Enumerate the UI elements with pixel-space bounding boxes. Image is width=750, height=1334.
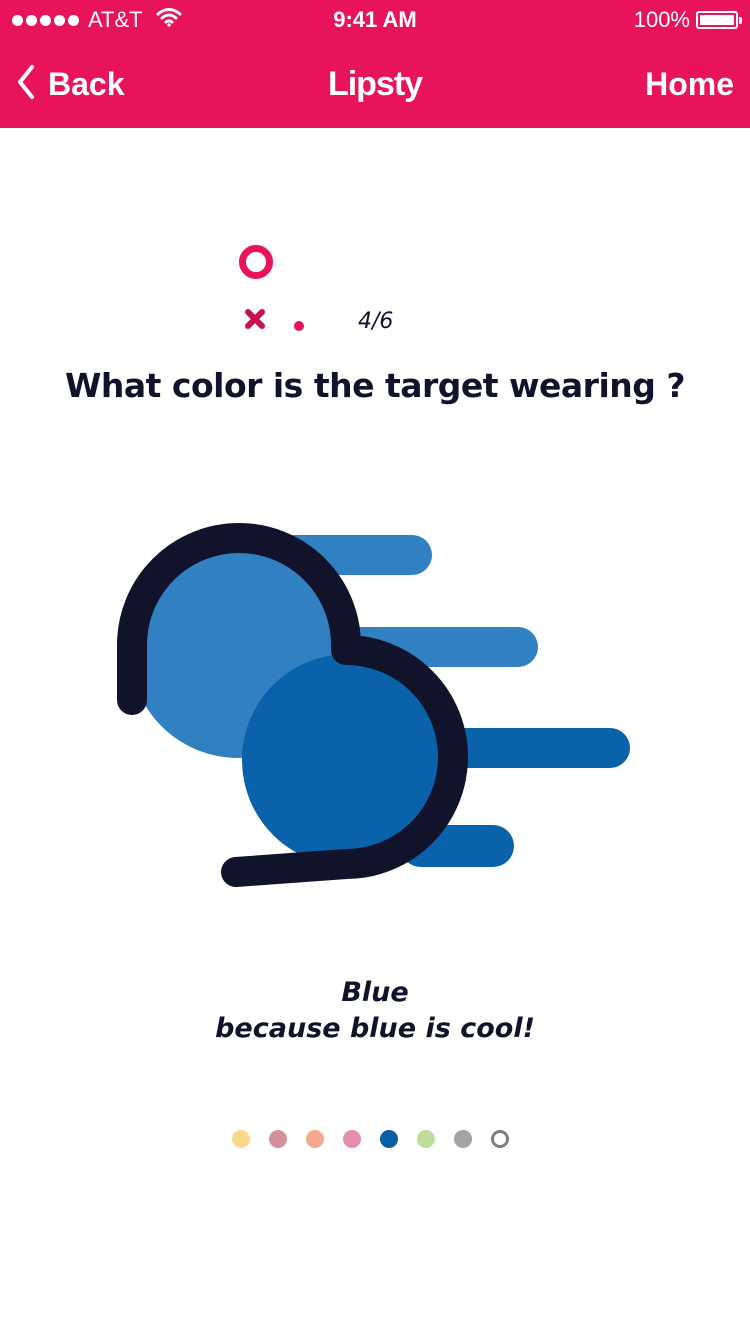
- progress-ring-icon: [239, 245, 273, 279]
- status-battery: 100%: [633, 6, 742, 34]
- progress-dot-icon: [294, 321, 304, 331]
- question-title: What color is the target wearing ?: [64, 366, 686, 405]
- battery-percent: 100%: [633, 7, 690, 32]
- color-illustration: [100, 510, 640, 915]
- app-screen: AT&T 9:41 AM 100% Back Lipsty Home 4/6 W…: [0, 0, 750, 1334]
- close-icon[interactable]: [244, 308, 266, 335]
- color-swatches: [232, 1130, 509, 1148]
- answer-color: Blue: [341, 977, 409, 1008]
- back-label: Back: [48, 65, 125, 102]
- color-swatch[interactable]: [306, 1130, 324, 1148]
- color-swatch[interactable]: [491, 1130, 509, 1148]
- chevron-left-icon: [16, 64, 36, 105]
- back-button[interactable]: Back: [16, 60, 125, 108]
- color-swatch[interactable]: [417, 1130, 435, 1148]
- home-button[interactable]: Home: [645, 60, 734, 108]
- progress-count: 4/6: [358, 309, 394, 334]
- top-bar: AT&T 9:41 AM 100% Back Lipsty Home: [0, 0, 750, 128]
- color-swatch[interactable]: [232, 1130, 250, 1148]
- answer-reason: because blue is cool!: [215, 1013, 535, 1044]
- color-swatch[interactable]: [380, 1130, 398, 1148]
- color-swatch[interactable]: [269, 1130, 287, 1148]
- color-swatch[interactable]: [454, 1130, 472, 1148]
- answer-text: Blue because blue is cool!: [0, 975, 750, 1047]
- color-swatch[interactable]: [343, 1130, 361, 1148]
- battery-icon: [696, 11, 742, 29]
